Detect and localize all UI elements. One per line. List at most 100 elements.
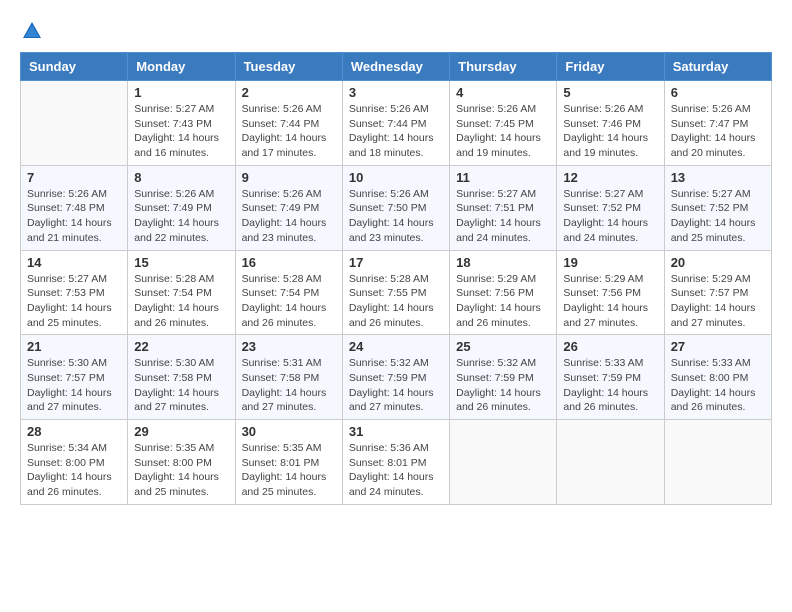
calendar-cell: 9Sunrise: 5:26 AM Sunset: 7:49 PM Daylig… <box>235 165 342 250</box>
day-number: 24 <box>349 339 443 354</box>
calendar-cell: 6 Sunrise: 5:26 AM Sunset: 7:47 PM Daylig… <box>664 81 771 166</box>
day-number: 6 <box>671 85 765 100</box>
day-number: 30 <box>242 424 336 439</box>
calendar-cell: 22 Sunrise: 5:30 AM Sunset: 7:58 PM Dayli… <box>128 335 235 420</box>
day-number: 4 <box>456 85 550 100</box>
cell-content: Sunrise: 5:32 AM Sunset: 7:59 PM Dayligh… <box>349 356 443 415</box>
calendar-cell: 8Sunrise: 5:26 AM Sunset: 7:49 PM Daylig… <box>128 165 235 250</box>
cell-content: Sunrise: 5:31 AM Sunset: 7:58 PM Dayligh… <box>242 356 336 415</box>
cell-content: Sunrise: 5:28 AM Sunset: 7:54 PM Dayligh… <box>242 272 336 331</box>
cell-content: Sunrise: 5:26 AM Sunset: 7:49 PM Dayligh… <box>242 187 336 246</box>
day-number: 12 <box>563 170 657 185</box>
day-number: 19 <box>563 255 657 270</box>
calendar-cell <box>557 420 664 505</box>
calendar-cell: 29 Sunrise: 5:35 AM Sunset: 8:00 PM Dayli… <box>128 420 235 505</box>
cell-content: Sunrise: 5:28 AM Sunset: 7:54 PM Dayligh… <box>134 272 228 331</box>
calendar-cell: 5 Sunrise: 5:26 AM Sunset: 7:46 PM Daylig… <box>557 81 664 166</box>
calendar-cell: 7Sunrise: 5:26 AM Sunset: 7:48 PM Daylig… <box>21 165 128 250</box>
day-of-week-header: Wednesday <box>342 53 449 81</box>
calendar-cell: 23 Sunrise: 5:31 AM Sunset: 7:58 PM Dayli… <box>235 335 342 420</box>
calendar-cell: 24 Sunrise: 5:32 AM Sunset: 7:59 PM Dayli… <box>342 335 449 420</box>
day-number: 23 <box>242 339 336 354</box>
calendar-week-row: 28 Sunrise: 5:34 AM Sunset: 8:00 PM Dayli… <box>21 420 772 505</box>
calendar-cell: 31Sunrise: 5:36 AM Sunset: 8:01 PM Dayli… <box>342 420 449 505</box>
cell-content: Sunrise: 5:26 AM Sunset: 7:44 PM Dayligh… <box>349 102 443 161</box>
cell-content: Sunrise: 5:27 AM Sunset: 7:53 PM Dayligh… <box>27 272 121 331</box>
calendar-week-row: 1 Sunrise: 5:27 AM Sunset: 7:43 PM Daylig… <box>21 81 772 166</box>
calendar-cell: 28 Sunrise: 5:34 AM Sunset: 8:00 PM Dayli… <box>21 420 128 505</box>
calendar-cell: 3 Sunrise: 5:26 AM Sunset: 7:44 PM Daylig… <box>342 81 449 166</box>
cell-content: Sunrise: 5:34 AM Sunset: 8:00 PM Dayligh… <box>27 441 121 500</box>
cell-content: Sunrise: 5:26 AM Sunset: 7:49 PM Dayligh… <box>134 187 228 246</box>
day-number: 25 <box>456 339 550 354</box>
day-number: 7 <box>27 170 121 185</box>
cell-content: Sunrise: 5:26 AM Sunset: 7:46 PM Dayligh… <box>563 102 657 161</box>
day-number: 15 <box>134 255 228 270</box>
calendar-cell: 18 Sunrise: 5:29 AM Sunset: 7:56 PM Dayli… <box>450 250 557 335</box>
day-of-week-header: Thursday <box>450 53 557 81</box>
day-of-week-header: Monday <box>128 53 235 81</box>
calendar-week-row: 21 Sunrise: 5:30 AM Sunset: 7:57 PM Dayli… <box>21 335 772 420</box>
calendar-cell: 21 Sunrise: 5:30 AM Sunset: 7:57 PM Dayli… <box>21 335 128 420</box>
cell-content: Sunrise: 5:29 AM Sunset: 7:56 PM Dayligh… <box>456 272 550 331</box>
day-number: 13 <box>671 170 765 185</box>
logo <box>20 20 44 42</box>
day-number: 11 <box>456 170 550 185</box>
day-number: 3 <box>349 85 443 100</box>
cell-content: Sunrise: 5:30 AM Sunset: 7:58 PM Dayligh… <box>134 356 228 415</box>
calendar-cell: 25 Sunrise: 5:32 AM Sunset: 7:59 PM Dayli… <box>450 335 557 420</box>
day-number: 20 <box>671 255 765 270</box>
day-number: 16 <box>242 255 336 270</box>
cell-content: Sunrise: 5:32 AM Sunset: 7:59 PM Dayligh… <box>456 356 550 415</box>
cell-content: Sunrise: 5:26 AM Sunset: 7:47 PM Dayligh… <box>671 102 765 161</box>
logo-icon <box>21 20 43 42</box>
day-number: 28 <box>27 424 121 439</box>
day-number: 17 <box>349 255 443 270</box>
cell-content: Sunrise: 5:33 AM Sunset: 8:00 PM Dayligh… <box>671 356 765 415</box>
cell-content: Sunrise: 5:27 AM Sunset: 7:51 PM Dayligh… <box>456 187 550 246</box>
calendar-cell: 17 Sunrise: 5:28 AM Sunset: 7:55 PM Dayli… <box>342 250 449 335</box>
cell-content: Sunrise: 5:33 AM Sunset: 7:59 PM Dayligh… <box>563 356 657 415</box>
cell-content: Sunrise: 5:26 AM Sunset: 7:44 PM Dayligh… <box>242 102 336 161</box>
cell-content: Sunrise: 5:27 AM Sunset: 7:52 PM Dayligh… <box>671 187 765 246</box>
calendar-cell: 19 Sunrise: 5:29 AM Sunset: 7:56 PM Dayli… <box>557 250 664 335</box>
calendar-cell <box>21 81 128 166</box>
cell-content: Sunrise: 5:30 AM Sunset: 7:57 PM Dayligh… <box>27 356 121 415</box>
day-number: 29 <box>134 424 228 439</box>
calendar-cell: 10Sunrise: 5:26 AM Sunset: 7:50 PM Dayli… <box>342 165 449 250</box>
calendar-cell <box>450 420 557 505</box>
cell-content: Sunrise: 5:27 AM Sunset: 7:43 PM Dayligh… <box>134 102 228 161</box>
cell-content: Sunrise: 5:35 AM Sunset: 8:01 PM Dayligh… <box>242 441 336 500</box>
calendar-week-row: 7Sunrise: 5:26 AM Sunset: 7:48 PM Daylig… <box>21 165 772 250</box>
day-number: 22 <box>134 339 228 354</box>
day-number: 31 <box>349 424 443 439</box>
calendar-week-row: 14 Sunrise: 5:27 AM Sunset: 7:53 PM Dayli… <box>21 250 772 335</box>
day-of-week-header: Friday <box>557 53 664 81</box>
day-number: 2 <box>242 85 336 100</box>
day-of-week-header: Sunday <box>21 53 128 81</box>
calendar-cell: 4 Sunrise: 5:26 AM Sunset: 7:45 PM Daylig… <box>450 81 557 166</box>
cell-content: Sunrise: 5:26 AM Sunset: 7:45 PM Dayligh… <box>456 102 550 161</box>
calendar-cell: 26 Sunrise: 5:33 AM Sunset: 7:59 PM Dayli… <box>557 335 664 420</box>
cell-content: Sunrise: 5:29 AM Sunset: 7:56 PM Dayligh… <box>563 272 657 331</box>
day-number: 14 <box>27 255 121 270</box>
day-of-week-header: Saturday <box>664 53 771 81</box>
day-number: 10 <box>349 170 443 185</box>
calendar-header-row: SundayMondayTuesdayWednesdayThursdayFrid… <box>21 53 772 81</box>
calendar-cell: 11 Sunrise: 5:27 AM Sunset: 7:51 PM Dayli… <box>450 165 557 250</box>
day-number: 18 <box>456 255 550 270</box>
calendar-cell: 12Sunrise: 5:27 AM Sunset: 7:52 PM Dayli… <box>557 165 664 250</box>
day-number: 27 <box>671 339 765 354</box>
calendar-table: SundayMondayTuesdayWednesdayThursdayFrid… <box>20 52 772 505</box>
calendar-cell: 16 Sunrise: 5:28 AM Sunset: 7:54 PM Dayli… <box>235 250 342 335</box>
day-number: 21 <box>27 339 121 354</box>
calendar-cell: 1 Sunrise: 5:27 AM Sunset: 7:43 PM Daylig… <box>128 81 235 166</box>
day-number: 1 <box>134 85 228 100</box>
cell-content: Sunrise: 5:28 AM Sunset: 7:55 PM Dayligh… <box>349 272 443 331</box>
calendar-cell: 30 Sunrise: 5:35 AM Sunset: 8:01 PM Dayli… <box>235 420 342 505</box>
calendar-cell: 2 Sunrise: 5:26 AM Sunset: 7:44 PM Daylig… <box>235 81 342 166</box>
day-number: 26 <box>563 339 657 354</box>
day-number: 5 <box>563 85 657 100</box>
calendar-cell: 20Sunrise: 5:29 AM Sunset: 7:57 PM Dayli… <box>664 250 771 335</box>
cell-content: Sunrise: 5:35 AM Sunset: 8:00 PM Dayligh… <box>134 441 228 500</box>
